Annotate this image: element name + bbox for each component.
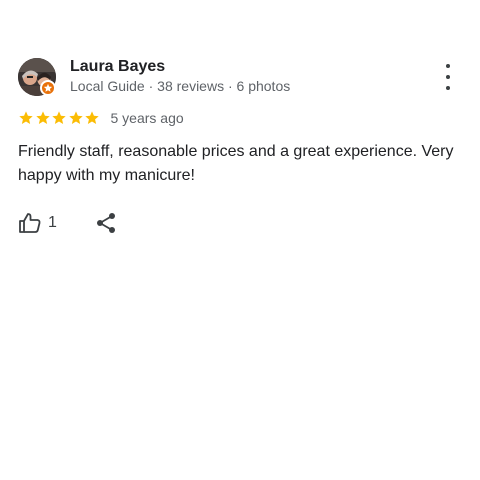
- like-count: 1: [48, 214, 57, 231]
- more-vertical-icon[interactable]: [436, 64, 460, 90]
- dot: [446, 86, 450, 90]
- like-button[interactable]: 1: [18, 210, 57, 236]
- review-date: 5 years ago: [110, 110, 184, 126]
- thumbs-up-icon: [19, 213, 41, 233]
- rating-row: 5 years ago: [18, 108, 184, 128]
- review-card: Laura Bayes Local Guide · 38 reviews · 6…: [0, 0, 480, 480]
- star-icon: [52, 111, 66, 124]
- dot: [446, 64, 450, 68]
- share-icon[interactable]: [94, 211, 118, 235]
- star-rating: [18, 110, 101, 126]
- star-icon: [85, 111, 99, 124]
- star-icon: [35, 111, 50, 124]
- dot: [446, 75, 450, 79]
- local-guide-star-icon: [40, 80, 56, 96]
- avatar[interactable]: [18, 58, 56, 96]
- author-name[interactable]: Laura Bayes: [70, 58, 165, 76]
- star-icon: [19, 111, 33, 124]
- author-meta: Local Guide · 38 reviews · 6 photos: [70, 78, 291, 94]
- star-icon: [68, 111, 83, 124]
- review-text: Friendly staff, reasonable prices and a …: [18, 143, 454, 184]
